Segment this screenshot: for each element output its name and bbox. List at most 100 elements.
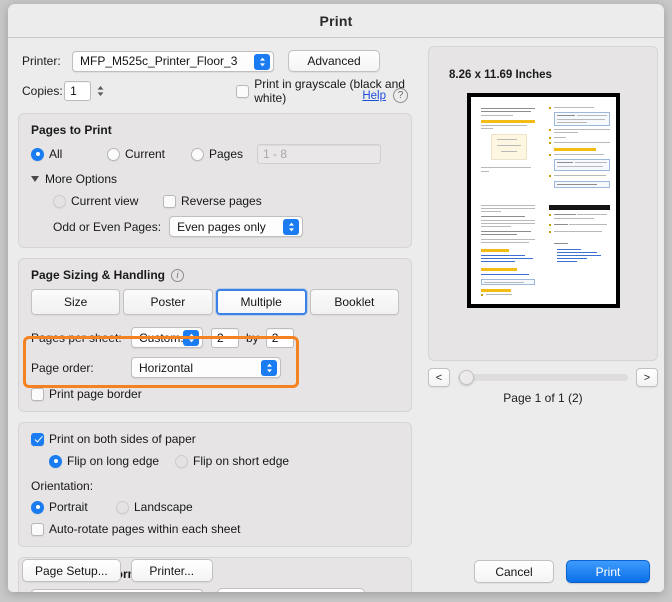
preview-subpage-3	[475, 201, 541, 301]
chevron-updown-icon	[254, 53, 270, 70]
copies-label: Copies:	[22, 84, 63, 98]
orientation-label: Orientation:	[31, 479, 94, 493]
current-view-label: Current view	[71, 194, 139, 208]
reverse-pages-checkbox[interactable]	[163, 194, 176, 208]
tab-multiple[interactable]: Multiple	[215, 289, 307, 315]
odd-even-select[interactable]: Even pages only	[169, 216, 304, 237]
radio-all-indicator[interactable]	[31, 147, 44, 161]
duplex-panel: Print on both sides of paper Flip on lon…	[18, 422, 412, 547]
radio-pages-label: Pages	[209, 147, 244, 161]
advanced-button[interactable]: Advanced	[288, 50, 380, 72]
page-order-row: Page order: Horizontal	[31, 357, 399, 378]
auto-rotate-label: Auto-rotate pages within each sheet	[49, 522, 241, 536]
preview-scrollbar[interactable]	[458, 370, 628, 385]
reverse-pages-label: Reverse pages	[181, 194, 262, 208]
flip-long-option[interactable]: Flip on long edge	[49, 454, 175, 468]
preview-panel: 8.26 x 11.69 Inches	[428, 46, 658, 361]
chevron-down-icon	[31, 176, 39, 182]
pages-per-sheet-row: Pages per sheet: Custom... 2 by 2	[31, 327, 399, 348]
odd-even-label: Odd or Even Pages:	[53, 219, 162, 234]
page-preview-thumbnail[interactable]	[467, 93, 620, 308]
question-circle-icon[interactable]: ?	[393, 88, 408, 103]
page-sizing-title-text: Page Sizing & Handling	[31, 268, 166, 282]
orientation-options: Portrait Landscape	[31, 500, 399, 514]
print-button[interactable]: Print	[566, 560, 650, 583]
prev-page-button[interactable]: <	[428, 368, 450, 387]
current-view-option[interactable]: Current view	[53, 194, 163, 208]
flip-short-indicator[interactable]	[175, 454, 188, 468]
cancel-button[interactable]: Cancel	[474, 560, 554, 583]
copies-input[interactable]: 1	[64, 81, 92, 101]
preview-scrollbar-thumb[interactable]	[459, 370, 474, 385]
copies-stepper[interactable]	[95, 81, 106, 101]
odd-even-select-value: Even pages only	[177, 219, 266, 234]
radio-current-indicator[interactable]	[107, 147, 120, 161]
tab-poster[interactable]: Poster	[123, 289, 213, 315]
pages-range-input[interactable]: 1 - 8	[257, 144, 381, 164]
portrait-label: Portrait	[49, 500, 88, 514]
print-dialog-window: Print Printer: MFP_M525c_Printer_Floor_3…	[8, 4, 664, 592]
pages-per-sheet-select[interactable]: Custom...	[131, 327, 203, 348]
printer-button[interactable]: Printer...	[130, 559, 213, 582]
radio-pages[interactable]: Pages	[191, 147, 257, 161]
auto-rotate-checkbox[interactable]	[31, 522, 44, 536]
printer-row: Printer: MFP_M525c_Printer_Floor_3 Advan…	[8, 46, 422, 76]
print-page-border-label: Print page border	[49, 387, 142, 401]
pages-to-print-title: Pages to Print	[31, 123, 112, 137]
preview-navigation: < >	[428, 368, 658, 387]
pages-to-print-panel: Pages to Print All Current Pages 1 - 8 M…	[18, 113, 412, 248]
radio-all-label: All	[49, 147, 63, 161]
current-view-checkbox[interactable]	[53, 194, 66, 208]
page-dimensions-label: 8.26 x 11.69 Inches	[449, 69, 552, 81]
comments-select[interactable]: Document and Markups	[31, 588, 203, 592]
more-options-label: More Options	[45, 172, 118, 186]
print-page-border-option[interactable]: Print page border	[31, 387, 399, 401]
page-order-label: Page order:	[31, 360, 94, 375]
more-options-checks: Current view Reverse pages	[53, 194, 399, 208]
tab-booklet[interactable]: Booklet	[309, 289, 399, 315]
radio-all[interactable]: All	[31, 147, 107, 161]
flip-options: Flip on long edge Flip on short edge	[49, 454, 399, 468]
rows-input[interactable]: 2	[265, 327, 294, 348]
tab-size[interactable]: Size	[31, 289, 121, 315]
columns-input[interactable]: 2	[211, 327, 239, 348]
info-circle-icon[interactable]: i	[171, 268, 185, 282]
landscape-label: Landscape	[134, 500, 193, 514]
settings-column: Printer: MFP_M525c_Printer_Floor_3 Advan…	[8, 38, 422, 592]
chevron-updown-icon	[183, 591, 199, 592]
radio-current[interactable]: Current	[107, 147, 191, 161]
copies-row: Copies: 1 Print in grayscale (black and …	[8, 76, 422, 106]
summarize-comments-button[interactable]: Summarize Comments	[217, 588, 366, 592]
page-title: Print	[319, 12, 353, 29]
page-order-value: Horizontal	[139, 360, 194, 375]
radio-pages-indicator[interactable]	[191, 147, 204, 161]
auto-rotate-option[interactable]: Auto-rotate pages within each sheet	[31, 522, 399, 536]
help-link[interactable]: Help	[362, 90, 386, 102]
both-sides-option[interactable]: Print on both sides of paper	[31, 432, 399, 446]
grayscale-checkbox[interactable]	[236, 84, 250, 98]
next-page-button[interactable]: >	[636, 368, 658, 387]
landscape-indicator[interactable]	[116, 500, 129, 514]
chevron-updown-icon	[183, 330, 199, 346]
page-setup-button[interactable]: Page Setup...	[22, 559, 121, 582]
portrait-indicator[interactable]	[31, 500, 44, 514]
flip-long-indicator[interactable]	[49, 454, 62, 468]
page-order-select[interactable]: Horizontal	[131, 357, 281, 378]
more-options-toggle[interactable]: More Options	[31, 172, 399, 186]
odd-even-row: Odd or Even Pages: Even pages only	[53, 216, 399, 237]
by-label: by	[246, 330, 259, 345]
radio-current-label: Current	[125, 147, 166, 161]
reverse-pages-option[interactable]: Reverse pages	[163, 194, 262, 208]
chevron-updown-icon	[283, 219, 300, 235]
landscape-option[interactable]: Landscape	[116, 500, 193, 514]
print-page-border-checkbox[interactable]	[31, 387, 44, 401]
portrait-option[interactable]: Portrait	[31, 500, 116, 514]
preview-subpage-1	[475, 101, 541, 196]
flip-short-option[interactable]: Flip on short edge	[175, 454, 289, 468]
printer-select[interactable]: MFP_M525c_Printer_Floor_3	[72, 50, 274, 72]
preview-subpage-4	[545, 201, 616, 301]
both-sides-checkbox[interactable]	[31, 432, 44, 446]
help-area: Help ?	[362, 88, 408, 103]
flip-short-label: Flip on short edge	[193, 454, 290, 468]
preview-column: 8.26 x 11.69 Inches < > Page 1 of 1 (2) …	[422, 38, 664, 592]
